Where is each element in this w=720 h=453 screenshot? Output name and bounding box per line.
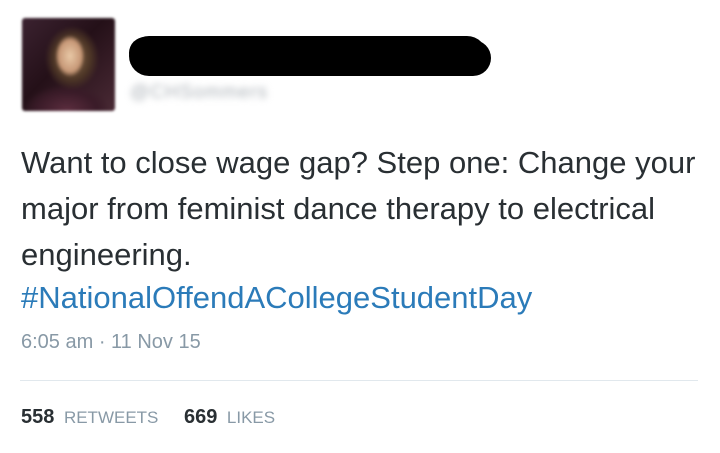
tweet-timestamp[interactable]: 6:05 am · 11 Nov 15 bbox=[21, 331, 201, 354]
avatar[interactable] bbox=[22, 18, 115, 111]
tweet-header: @CHSommers bbox=[20, 14, 710, 114]
retweets-stat[interactable]: 558 RETWEETS bbox=[21, 406, 158, 429]
tweet-stats: 558 RETWEETS 669 LIKES bbox=[21, 406, 295, 429]
retweets-label: RETWEETS bbox=[63, 408, 159, 427]
likes-label: LIKES bbox=[226, 408, 276, 427]
retweets-count: 558 bbox=[21, 406, 55, 428]
likes-stat[interactable]: 669 LIKES bbox=[184, 406, 275, 429]
redacted-display-name bbox=[129, 36, 487, 76]
author-handle[interactable]: @CHSommers bbox=[130, 82, 268, 104]
hashtag-link[interactable]: #NationalOffendACollegeStudentDay bbox=[21, 278, 532, 318]
likes-count: 669 bbox=[183, 406, 218, 428]
divider bbox=[20, 380, 698, 381]
tweet-card: @CHSommers Want to close wage gap? Step … bbox=[0, 0, 720, 453]
tweet-text: Want to close wage gap? Step one: Change… bbox=[21, 145, 696, 272]
